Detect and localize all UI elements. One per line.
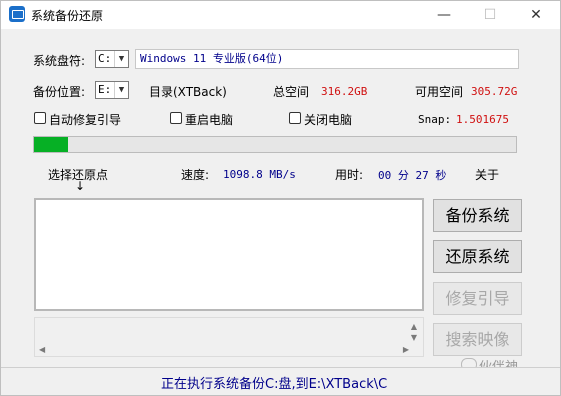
snap-value: 1.501675 xyxy=(456,113,509,126)
speed-label: 速度: xyxy=(181,168,210,182)
scroll-up-icon[interactable]: ▲ xyxy=(411,322,417,331)
restore-point-list[interactable] xyxy=(34,198,424,311)
scroll-right-icon[interactable]: ▶ xyxy=(403,345,409,354)
shutdown-checkbox[interactable] xyxy=(289,112,301,124)
os-name-field[interactable]: Windows 11 专业版(64位) xyxy=(135,49,519,69)
close-button[interactable]: ✕ xyxy=(513,1,559,29)
free-space-value: 305.72G xyxy=(471,85,518,98)
window-title: 系统备份还原 xyxy=(31,9,104,23)
auto-repair-boot-label: 自动修复引导 xyxy=(49,113,122,127)
restart-label: 重启电脑 xyxy=(185,113,234,127)
log-box[interactable]: ▲ ▼ ◀ ▶ xyxy=(34,317,424,357)
auto-repair-boot-checkbox[interactable] xyxy=(34,112,46,124)
search-image-button[interactable]: 搜索映像 xyxy=(433,323,522,356)
app-icon xyxy=(9,6,25,22)
time-label: 用时: xyxy=(335,168,364,182)
backup-location-label: 备份位置: xyxy=(33,85,86,99)
backup-location-select[interactable]: E: ▼ xyxy=(95,81,129,99)
total-space-value: 316.2GB xyxy=(321,85,368,98)
restore-system-button[interactable]: 还原系统 xyxy=(433,240,522,273)
scroll-down-icon[interactable]: ▼ xyxy=(411,333,417,342)
progress-bar xyxy=(33,136,517,153)
total-space-label: 总空间 xyxy=(273,85,310,99)
about-link[interactable]: 关于 xyxy=(475,166,499,183)
progress-fill xyxy=(34,137,68,152)
chevron-down-icon: ▼ xyxy=(114,82,128,98)
speed-value: 1098.8 MB/s xyxy=(223,168,296,181)
backup-system-button[interactable]: 备份系统 xyxy=(433,199,522,232)
status-text: 正在执行系统备份C:盘,到E:\XTBack\C xyxy=(161,377,388,392)
time-value: 00 分 27 秒 xyxy=(378,169,447,182)
shutdown-label: 关闭电脑 xyxy=(304,113,353,127)
repair-boot-button[interactable]: 修复引导 xyxy=(433,282,522,315)
snap-label: Snap: xyxy=(418,113,452,126)
backup-dir-label: 目录(XTBack) xyxy=(149,85,227,99)
main-window: 系统备份还原 — ☐ ✕ 系统盘符: C: ▼ Windows 11 专业版(6… xyxy=(0,0,561,396)
status-bar: 正在执行系统备份C:盘,到E:\XTBack\C xyxy=(1,367,560,395)
system-disk-value: C: xyxy=(98,52,112,65)
title-bar: 系统备份还原 — ☐ ✕ xyxy=(1,1,560,29)
chevron-down-icon: ▼ xyxy=(114,51,128,67)
scroll-left-icon[interactable]: ◀ xyxy=(39,345,45,354)
system-disk-select[interactable]: C: ▼ xyxy=(95,50,129,68)
free-space-label: 可用空间 xyxy=(415,85,464,99)
restart-checkbox[interactable] xyxy=(170,112,182,124)
system-disk-label: 系统盘符: xyxy=(33,54,86,68)
minimize-button[interactable]: — xyxy=(421,1,467,29)
arrow-down-icon: ↓ xyxy=(75,179,86,193)
maximize-button[interactable]: ☐ xyxy=(467,1,513,29)
backup-location-value: E: xyxy=(98,83,112,96)
